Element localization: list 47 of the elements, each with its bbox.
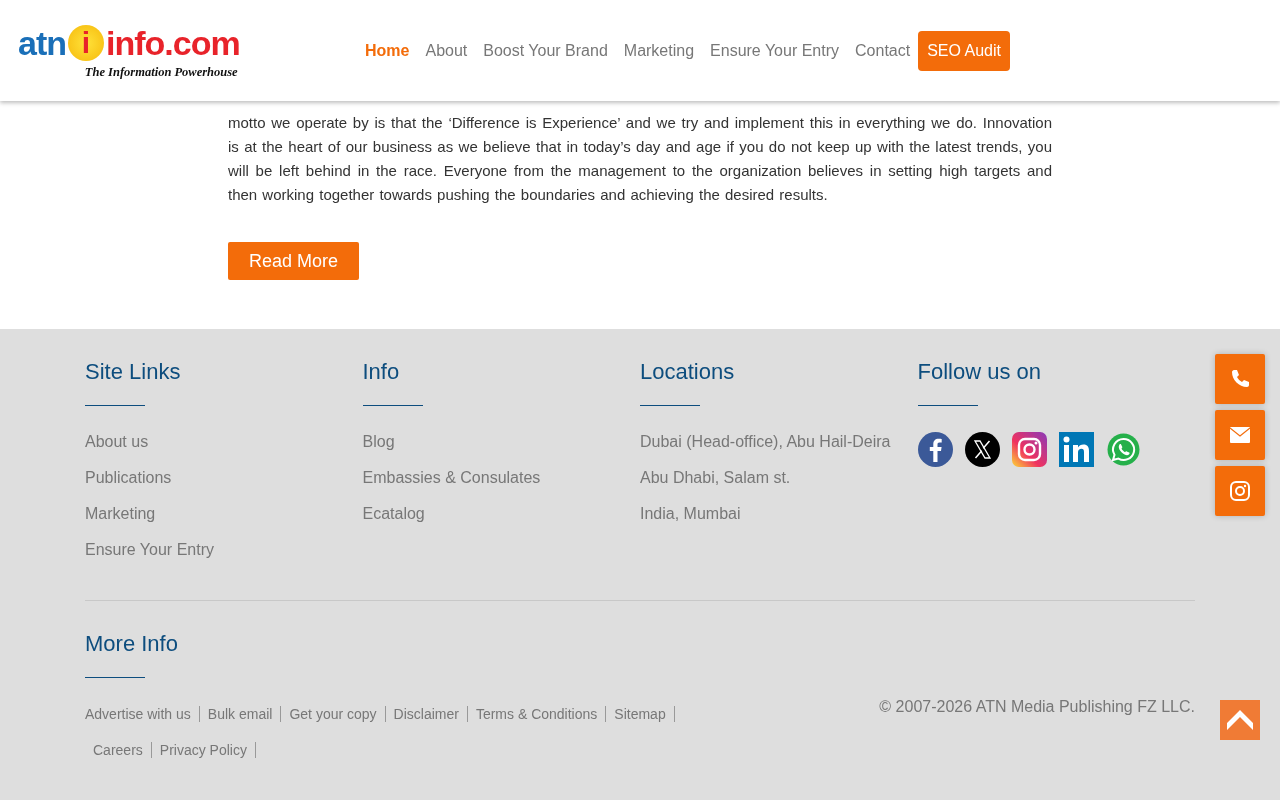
envelope-icon [1230,427,1250,443]
read-more-button[interactable]: Read More [228,242,360,280]
linkedin-icon[interactable] [1058,432,1094,467]
nav-link[interactable]: About [417,41,476,60]
footer-link[interactable]: Get your copy [281,706,386,722]
copyright-text: © 2007-2026 ATN Media Publishing FZ LLC. [879,697,1195,717]
phone-button[interactable] [1215,354,1265,404]
whatsapp-icon[interactable] [1105,432,1141,467]
footer-link[interactable]: Bulk email [199,706,282,722]
nav-link[interactable]: Ensure Your Entry [702,41,848,60]
footer-link[interactable]: Terms & Conditions [467,706,607,722]
location-text: Dubai (Head-office), Abu Hail-Deira [640,432,892,452]
footer-link[interactable]: Blog [362,432,640,452]
footer-heading: Site Links [85,358,182,386]
footer-heading: More Info [85,630,179,658]
nav-link[interactable]: Marketing [615,41,703,60]
footer-link[interactable]: Ensure Your Entry [85,540,363,560]
footer-link[interactable]: Publications [85,468,363,488]
footer-link[interactable]: Embassies & Consulates [362,468,640,488]
instagram-icon [1230,481,1250,501]
nav-link[interactable]: Home [357,41,418,60]
footer-link[interactable]: Disclaimer [385,706,468,722]
footer-link[interactable]: About us [85,432,363,452]
chevron-up-icon [1227,710,1253,730]
x-icon[interactable] [964,432,1000,467]
location-text: Abu Dhabi, Salam st. [640,468,792,488]
nav-link[interactable]: Boost Your Brand [475,41,616,60]
footer-heading: Locations [640,358,736,386]
footer-link[interactable]: Careers [85,742,152,758]
footer-heading: Info [362,358,401,386]
about-paragraph: motto we operate by is that the ‘Difference is Experience’ and we try and implement this in everything we do. Innovation is at the heart of our business as we believe that in today’s day and age if you do not keep up with the latest trends, you will be left behind in the race. Everyone from the management to the organization believes in setting high targets and then working together towards pushing the boundaries and achieving the desired results. [228,113,1052,205]
nav-link[interactable]: Contact [847,41,919,60]
instagram-button[interactable] [1215,466,1265,516]
email-button[interactable] [1215,410,1265,460]
facebook-icon[interactable] [917,432,953,467]
site-logo[interactable]: atn i info.com The Information Powerhouse [18,21,240,80]
footer-heading: Follow us on [917,358,1042,386]
footer-link[interactable]: Ecatalog [362,504,640,524]
footer-link[interactable]: Privacy Policy [151,742,256,758]
location-text: India, Mumbai [640,504,742,524]
phone-icon [1230,369,1250,389]
instagram-icon[interactable] [1011,432,1047,467]
footer-link[interactable]: Advertise with us [85,706,200,722]
footer-link[interactable]: Marketing [85,504,363,524]
seo-audit-button[interactable]: SEO Audit [918,30,1010,71]
back-to-top-button[interactable] [1220,700,1260,740]
footer-link[interactable]: Sitemap [606,706,675,722]
